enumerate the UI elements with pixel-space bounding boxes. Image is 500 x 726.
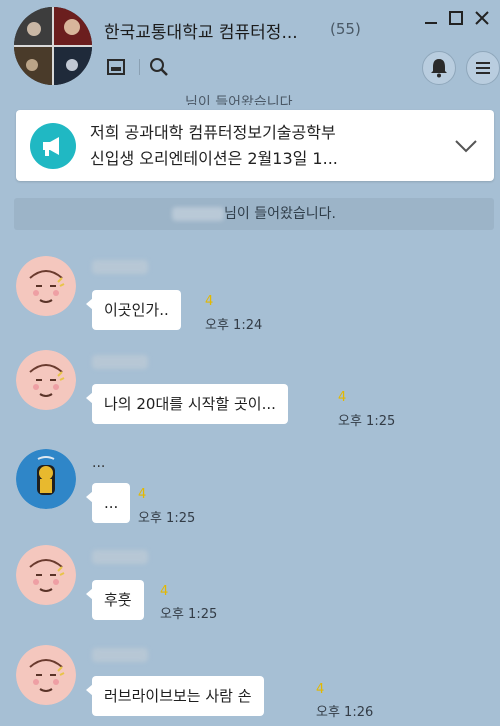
notice-text: 저희 공과대학 컴퓨터정보기술공학부 신입생 오리엔테이션은 2월13일 1..…	[90, 120, 338, 172]
avatar[interactable]	[16, 545, 76, 605]
system-message-text: 님이 들어왔습니다.	[224, 206, 336, 222]
member-count: (55)	[330, 20, 361, 38]
chevron-down-icon[interactable]	[452, 134, 480, 158]
bell-icon[interactable]	[422, 51, 456, 85]
message-time: 오후 1:25	[138, 511, 196, 526]
group-avatar[interactable]	[14, 7, 92, 85]
system-message: 님이 들어왔습니다.	[14, 198, 494, 230]
image-icon[interactable]	[106, 57, 126, 77]
pinned-notice[interactable]: 저희 공과대학 컴퓨터정보기술공학부 신입생 오리엔테이션은 2월13일 1..…	[16, 110, 494, 181]
message-bubble[interactable]: 러브라이브보는 사람 손	[86, 676, 264, 716]
message-time: 오후 1:25	[338, 414, 396, 429]
avatar[interactable]	[16, 645, 76, 705]
menu-icon[interactable]	[466, 51, 500, 85]
unread-count: 4	[338, 390, 347, 405]
blurred-name	[172, 207, 225, 221]
message-bubble[interactable]: 이곳인가..	[86, 290, 181, 330]
close-icon[interactable]	[472, 8, 492, 28]
avatar[interactable]	[16, 449, 76, 509]
toolbar-divider	[139, 59, 140, 75]
message-time: 오후 1:26	[316, 705, 374, 720]
unread-count: 4	[138, 487, 147, 502]
megaphone-icon	[30, 123, 76, 169]
sender-name	[92, 259, 148, 274]
unread-count: 4	[160, 584, 169, 599]
maximize-icon[interactable]	[446, 8, 466, 28]
message-bubble[interactable]: 후훗	[86, 580, 144, 620]
chat-header: 한국교통대학교 컴퓨터정... (55)	[0, 0, 500, 96]
sender-name	[92, 549, 148, 564]
unread-count: 4	[316, 682, 325, 697]
notice-line-1: 저희 공과대학 컴퓨터정보기술공학부	[90, 123, 336, 142]
minimize-icon[interactable]	[421, 8, 441, 28]
notice-line-2: 신입생 오리엔테이션은 2월13일 1...	[90, 149, 338, 168]
avatar[interactable]	[16, 256, 76, 316]
unread-count: 4	[205, 294, 214, 309]
search-icon[interactable]	[149, 57, 169, 77]
message-time: 오후 1:25	[160, 607, 218, 622]
sender-name: ...	[92, 455, 106, 471]
message-bubble[interactable]: ...	[85, 483, 131, 523]
partial-system-message: 님이 들어왔습니다.	[185, 95, 297, 105]
sender-name	[92, 647, 148, 662]
message-time: 오후 1:24	[205, 318, 263, 333]
sender-name	[92, 354, 148, 369]
chat-title: 한국교통대학교 컴퓨터정...	[104, 23, 298, 43]
message-bubble[interactable]: 나의 20대를 시작할 곳이...	[86, 384, 288, 424]
avatar[interactable]	[16, 350, 76, 410]
